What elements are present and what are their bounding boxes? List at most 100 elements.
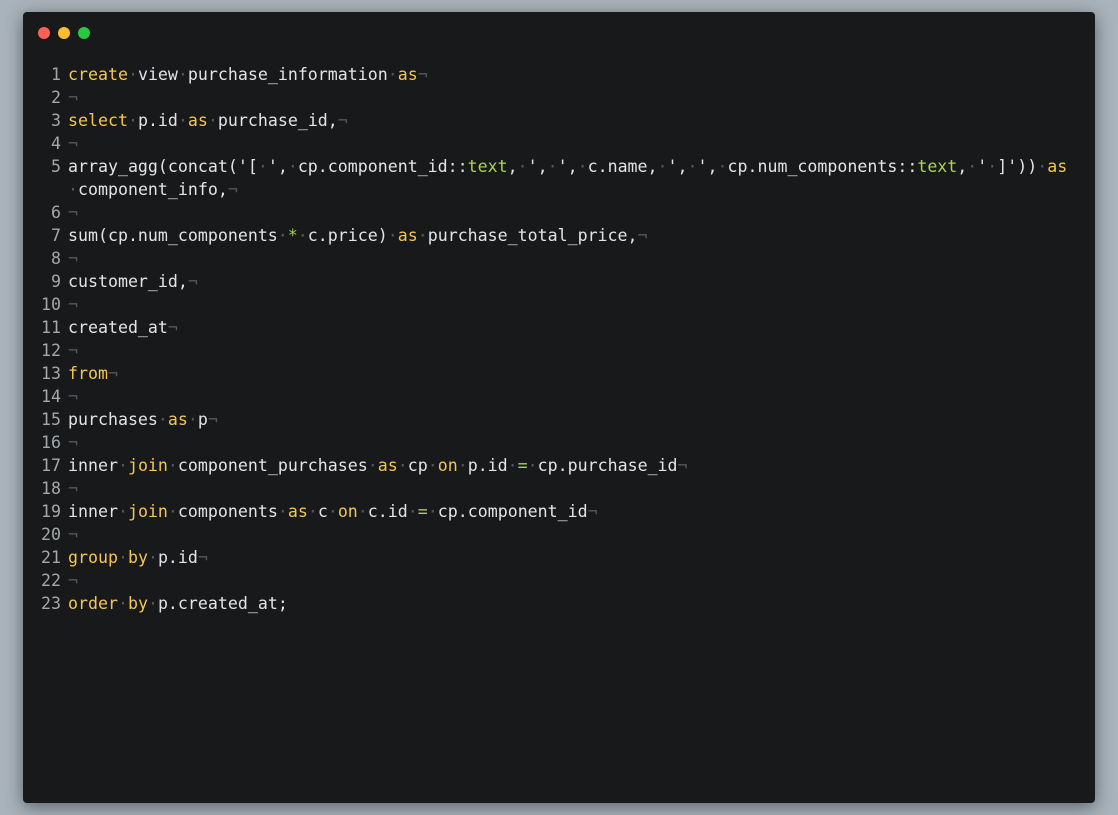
space-marker: ·: [657, 157, 668, 176]
code-token: ,·'·]'))·: [957, 157, 1048, 176]
space-marker: ·: [147, 594, 158, 613]
space-marker: ·: [287, 157, 298, 176]
eol-marker: ¬: [68, 295, 78, 314]
space-marker: ·: [117, 548, 128, 567]
space-marker: ·: [147, 548, 158, 567]
eol-marker: ¬: [68, 88, 78, 107]
eol-marker: ¬: [417, 65, 428, 84]
code-text: ¬: [68, 569, 1095, 592]
space-marker: ·: [127, 111, 138, 130]
code-line: 14 ¬: [23, 385, 1095, 408]
code-line: 17 inner·join·component_purchases·as·cp·o…: [23, 454, 1095, 477]
space-marker: ·: [387, 226, 398, 245]
keyword-token: by: [127, 594, 148, 613]
code-text: order·by·p.created_at;: [68, 592, 1095, 615]
minimize-button[interactable]: [58, 27, 70, 39]
space-marker: ·: [457, 456, 468, 475]
keyword-token: join: [127, 456, 168, 475]
eol-marker: ¬: [677, 456, 688, 475]
zoom-button[interactable]: [78, 27, 90, 39]
space-marker: ·: [117, 502, 128, 521]
window-controls: [38, 27, 90, 39]
code-text: from¬: [68, 362, 1095, 385]
line-number: 8: [51, 249, 61, 268]
code-token: ·p.id: [147, 548, 198, 567]
code-text: ¬: [68, 385, 1095, 408]
code-token: ·purchase_total_price,: [417, 226, 638, 245]
code-token: sum(cp.num_components·: [68, 226, 288, 245]
keyword-token: on: [437, 456, 458, 475]
space-marker: ·: [407, 502, 418, 521]
code-token: ·p.id·: [457, 456, 518, 475]
keyword-token: as: [377, 456, 398, 475]
keyword-token: on: [337, 502, 358, 521]
space-marker: ·: [1037, 157, 1048, 176]
eol-marker: ¬: [167, 318, 178, 337]
eol-marker: ¬: [68, 479, 78, 498]
code-text: create·view·purchase_information·as¬: [68, 63, 1095, 86]
code-editor[interactable]: 1 create·view·purchase_information·as¬ 2 ¬ 3…: [23, 63, 1095, 615]
code-line: 21 group·by·p.id¬: [23, 546, 1095, 569]
space-marker: ·: [127, 65, 138, 84]
eol-marker: ¬: [68, 249, 78, 268]
eol-marker: ¬: [68, 387, 78, 406]
space-marker: ·: [307, 502, 318, 521]
keyword-token: as: [187, 111, 208, 130]
code-token: purchase_information·: [187, 65, 398, 84]
line-number: 15: [41, 410, 61, 429]
line-number: 14: [41, 387, 61, 406]
eol-marker: ¬: [637, 226, 648, 245]
space-marker: ·: [517, 157, 528, 176]
line-number: 10: [41, 295, 61, 314]
code-line: 23 order·by·p.created_at;: [23, 592, 1095, 615]
code-text: created_at¬: [68, 316, 1095, 339]
line-number: 4: [51, 134, 61, 153]
line-number: 20: [41, 525, 61, 544]
space-marker: ·: [68, 180, 78, 199]
eol-marker: ¬: [68, 134, 78, 153]
code-text: customer_id,¬: [68, 270, 1095, 293]
code-text: ¬: [68, 339, 1095, 362]
space-marker: ·: [507, 456, 518, 475]
eol-marker: ¬: [337, 111, 348, 130]
type-token: *: [287, 226, 298, 245]
space-marker: ·: [357, 502, 368, 521]
space-marker: ·: [387, 65, 398, 84]
line-number: 2: [51, 88, 61, 107]
space-marker: ·: [327, 502, 338, 521]
code-token: ·component_info,: [68, 180, 228, 199]
keyword-token: join: [127, 502, 168, 521]
eol-marker: ¬: [107, 364, 118, 383]
code-window: 1 create·view·purchase_information·as¬ 2 ¬ 3…: [23, 12, 1095, 803]
space-marker: ·: [187, 410, 198, 429]
code-line: 20 ¬: [23, 523, 1095, 546]
code-token: ·cp.purchase_id: [527, 456, 678, 475]
eol-marker: ¬: [68, 525, 78, 544]
code-text: ¬: [68, 132, 1095, 155]
line-number: 22: [41, 571, 61, 590]
code-line: 9 customer_id,¬: [23, 270, 1095, 293]
type-token: =: [417, 502, 428, 521]
line-number: 5: [51, 157, 61, 176]
eol-marker: ¬: [68, 433, 78, 452]
keyword-token: from: [68, 364, 108, 383]
code-token: inner·: [68, 456, 128, 475]
keyword-token: by: [127, 548, 148, 567]
keyword-token: as: [397, 226, 418, 245]
space-marker: ·: [687, 157, 698, 176]
code-text: ¬: [68, 431, 1095, 454]
space-marker: ·: [297, 226, 308, 245]
line-number: 21: [41, 548, 61, 567]
code-line: 8 ¬: [23, 247, 1095, 270]
space-marker: ·: [967, 157, 978, 176]
code-text: sum(cp.num_components·*·c.price)·as·purc…: [68, 224, 1095, 247]
keyword-token: as: [287, 502, 308, 521]
type-token: text: [467, 157, 508, 176]
eol-marker: ¬: [68, 571, 78, 590]
close-button[interactable]: [38, 27, 50, 39]
code-token: ·c.id·: [357, 502, 418, 521]
code-line: 11 created_at¬: [23, 316, 1095, 339]
space-marker: ·: [167, 502, 178, 521]
space-marker: ·: [167, 456, 178, 475]
eol-marker: ¬: [227, 180, 238, 199]
